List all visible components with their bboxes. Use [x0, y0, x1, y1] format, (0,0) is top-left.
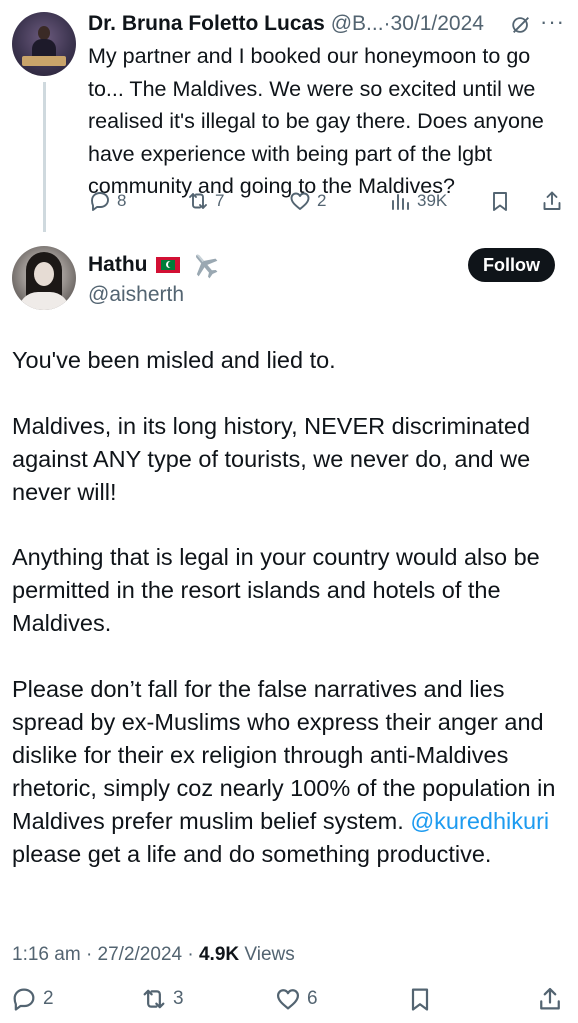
reply-button[interactable]: 8: [88, 186, 126, 216]
tweet-paragraph-tail: please get a life and do something produ…: [12, 840, 492, 867]
reply-icon: [13, 988, 35, 1011]
avatar-shoulders: [18, 292, 70, 310]
parent-tweet-header: Dr. Bruna Foletto Lucas @B...·30/1/2024 …: [88, 10, 568, 38]
parent-tweet[interactable]: Dr. Bruna Foletto Lucas @B...·30/1/2024 …: [0, 0, 578, 232]
share-button[interactable]: [536, 984, 564, 1014]
like-button[interactable]: 6: [274, 984, 318, 1014]
reply-count: 2: [43, 988, 54, 1009]
meta-separator: ·: [187, 944, 194, 965]
reply-icon: [91, 192, 109, 211]
views-icon: [392, 194, 409, 210]
repost-icon: [143, 989, 165, 1009]
parent-tweet-text: My partner and I booked our honeymoon to…: [88, 44, 544, 198]
avatar[interactable]: [12, 12, 76, 76]
tweet-metadata: 1:16 am · 27/2/2024 · 4.9K Views: [12, 942, 295, 968]
tweet-paragraph: Please don’t fall for the false narrativ…: [12, 673, 568, 870]
tweet-date[interactable]: 30/1/2024: [391, 12, 484, 35]
author-name-row: Hathu: [88, 250, 220, 280]
share-icon: [540, 987, 560, 1010]
bookmark-icon: [493, 192, 507, 211]
repost-button[interactable]: 3: [140, 984, 184, 1014]
like-button[interactable]: 2: [288, 186, 326, 216]
like-icon: [290, 192, 310, 210]
avatar-figure-head: [38, 26, 50, 40]
header-separator: ·: [383, 12, 391, 35]
like-count: 2: [317, 191, 327, 210]
avatar[interactable]: [12, 246, 76, 310]
repost-button[interactable]: 7: [186, 186, 224, 216]
author-handle[interactable]: @B...: [331, 12, 384, 35]
views-button[interactable]: 39K: [388, 186, 447, 216]
views-count: 4.9K: [198, 944, 240, 965]
meta-separator: ·: [85, 944, 93, 965]
reply-count: 8: [117, 191, 127, 210]
repost-icon: [189, 193, 207, 209]
parent-action-bar: 8 7 2 39K: [88, 186, 568, 216]
bookmark-icon: [411, 988, 429, 1011]
bookmark-button[interactable]: [488, 186, 512, 216]
tweet-paragraph: You've been misled and lied to.: [12, 347, 336, 373]
author-name[interactable]: Dr. Bruna Foletto Lucas: [88, 12, 325, 35]
tweet-date[interactable]: 27/2/2024: [98, 944, 183, 965]
mention-link[interactable]: @kuredhikuri: [410, 808, 549, 834]
repost-count: 7: [215, 191, 225, 210]
author-name[interactable]: Hathu: [88, 253, 148, 277]
share-icon: [543, 191, 561, 210]
grok-icon[interactable]: [510, 14, 532, 36]
tweet-time[interactable]: 1:16 am: [12, 944, 81, 965]
repost-count: 3: [173, 988, 184, 1009]
airplane-icon: [195, 254, 217, 279]
follow-button[interactable]: Follow: [468, 248, 555, 282]
bookmark-button[interactable]: [406, 984, 434, 1014]
author-handle[interactable]: @aisherth: [88, 281, 184, 309]
views-label: Views: [244, 944, 295, 965]
avatar-desk: [22, 56, 66, 66]
maldives-flag-icon: [155, 257, 180, 273]
share-button[interactable]: [540, 186, 564, 216]
tweet-paragraph: Maldives, in its long history, NEVER dis…: [12, 412, 531, 505]
views-count: 39K: [417, 191, 448, 210]
avatar-face: [34, 262, 54, 286]
main-tweet-text: You've been misled and lied to. Maldives…: [12, 344, 568, 870]
tweet-paragraph: Anything that is legal in your country w…: [12, 544, 540, 637]
like-count: 6: [307, 988, 318, 1009]
reply-button[interactable]: 2: [10, 984, 54, 1014]
more-icon[interactable]: ···: [540, 11, 566, 36]
main-action-bar: 2 3 6: [0, 984, 578, 1018]
like-icon: [276, 989, 300, 1010]
thread-connector-line: [43, 82, 46, 232]
